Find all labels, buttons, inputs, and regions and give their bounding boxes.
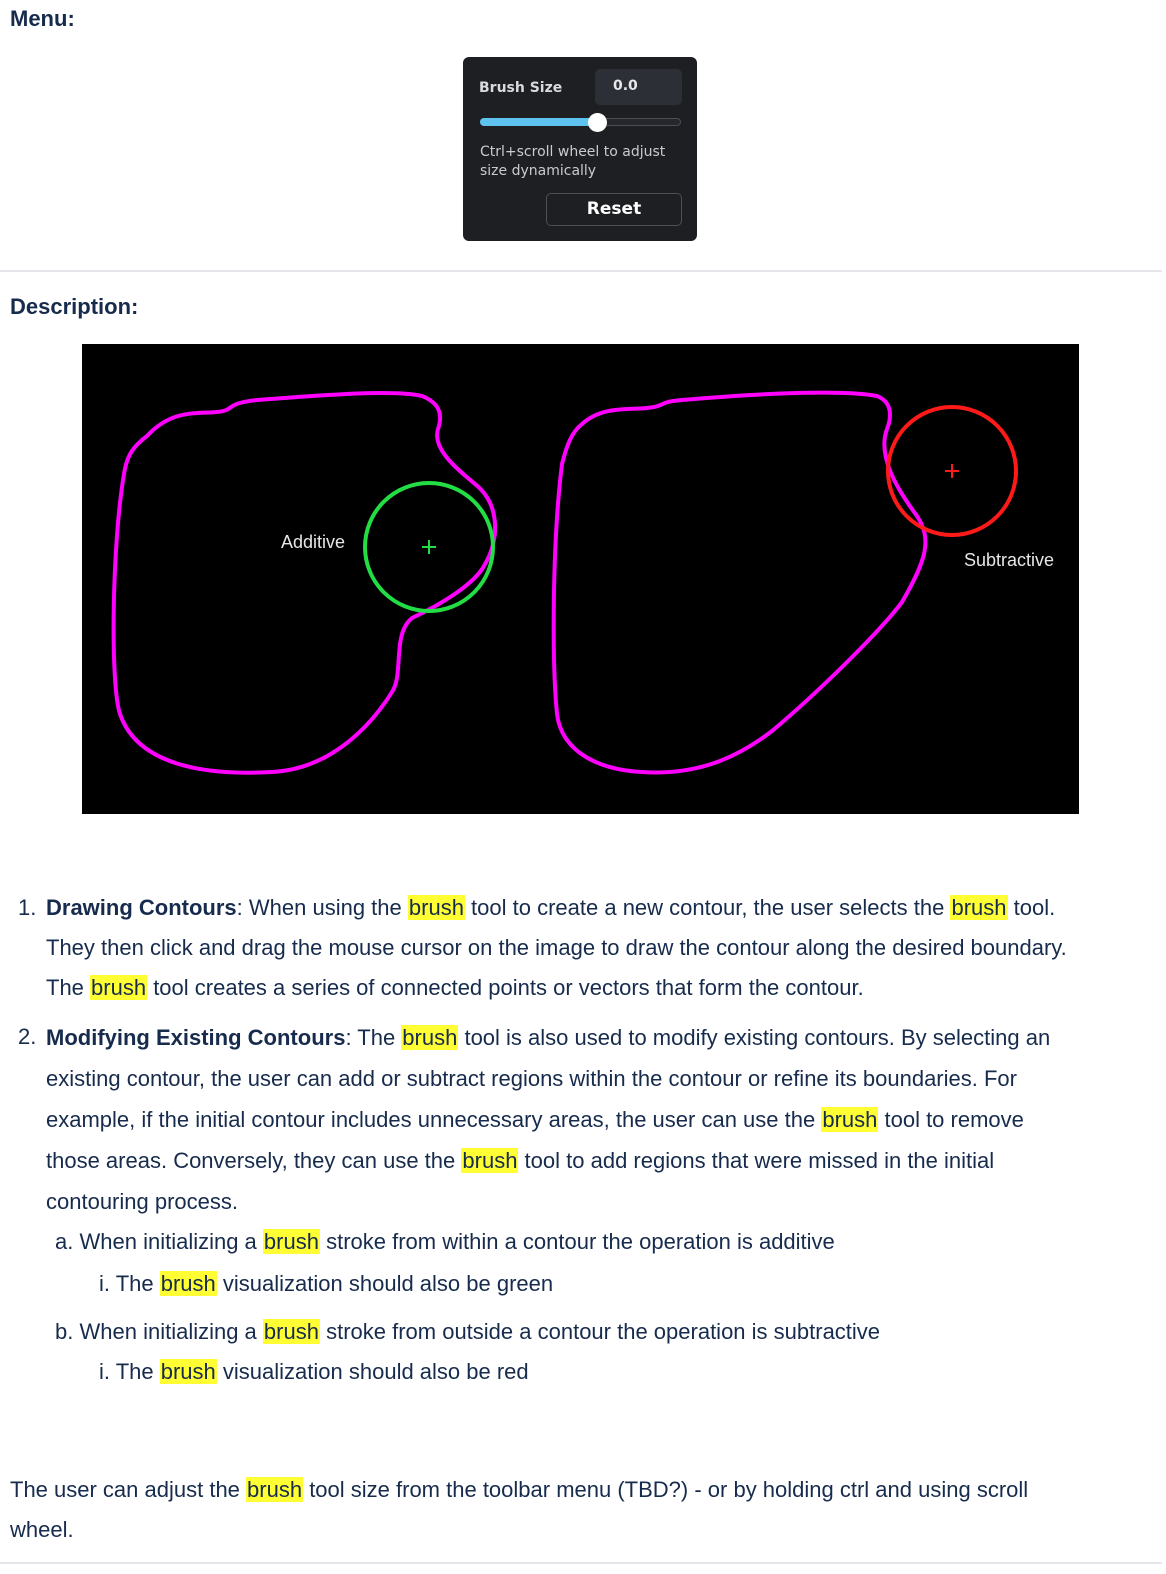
- highlight-brush: brush: [950, 895, 1008, 920]
- highlight-brush: brush: [407, 895, 465, 920]
- sublist-item-b: b. When initializing a brush stroke from…: [55, 1319, 881, 1344]
- sublist-item-a-i: i. The brush visualization should also b…: [99, 1271, 554, 1296]
- highlight-brush: brush: [461, 1148, 519, 1173]
- sublist-item-b-i: i. The brush visualization should also b…: [99, 1359, 529, 1384]
- diagram-background: [82, 344, 1079, 814]
- list-marker: 1.: [18, 895, 37, 920]
- footer-paragraph: The user can adjust the brush tool size …: [10, 1477, 1029, 1542]
- list-marker: 2.: [18, 1024, 37, 1049]
- highlight-brush: brush: [159, 1271, 217, 1296]
- bottom-divider: [0, 1562, 1162, 1564]
- highlight-brush: brush: [159, 1359, 217, 1384]
- highlight-brush: brush: [246, 1477, 304, 1502]
- brush-diagram: Additive Subtractive: [82, 344, 1079, 814]
- brush-size-hint: Ctrl+scroll wheel to adjust size dynamic…: [480, 144, 666, 179]
- section-divider: [0, 270, 1162, 272]
- highlight-brush: brush: [262, 1229, 320, 1254]
- list-item-text: Modifying Existing Contours: The brush t…: [46, 1025, 1051, 1214]
- highlight-brush: brush: [90, 975, 148, 1000]
- subtractive-label: Subtractive: [964, 550, 1054, 570]
- slider-fill: [480, 118, 597, 126]
- additive-label: Additive: [281, 532, 345, 552]
- brush-size-input[interactable]: 0.0: [595, 69, 682, 105]
- description-heading: Description:: [10, 294, 139, 319]
- highlight-brush: brush: [821, 1107, 879, 1132]
- highlight-brush: brush: [262, 1319, 320, 1344]
- sublist-item-a: a. When initializing a brush stroke from…: [55, 1229, 835, 1254]
- menu-heading: Menu:: [10, 6, 75, 31]
- list-item-title: Modifying Existing Contours: [46, 1025, 346, 1050]
- reset-button[interactable]: Reset: [546, 193, 682, 226]
- list-item-title: Drawing Contours: [46, 895, 237, 920]
- slider-thumb[interactable]: [587, 113, 607, 132]
- list-item-text: Drawing Contours: When using the brush t…: [46, 895, 1067, 1000]
- brush-size-label: Brush Size: [479, 80, 563, 96]
- highlight-brush: brush: [401, 1025, 459, 1050]
